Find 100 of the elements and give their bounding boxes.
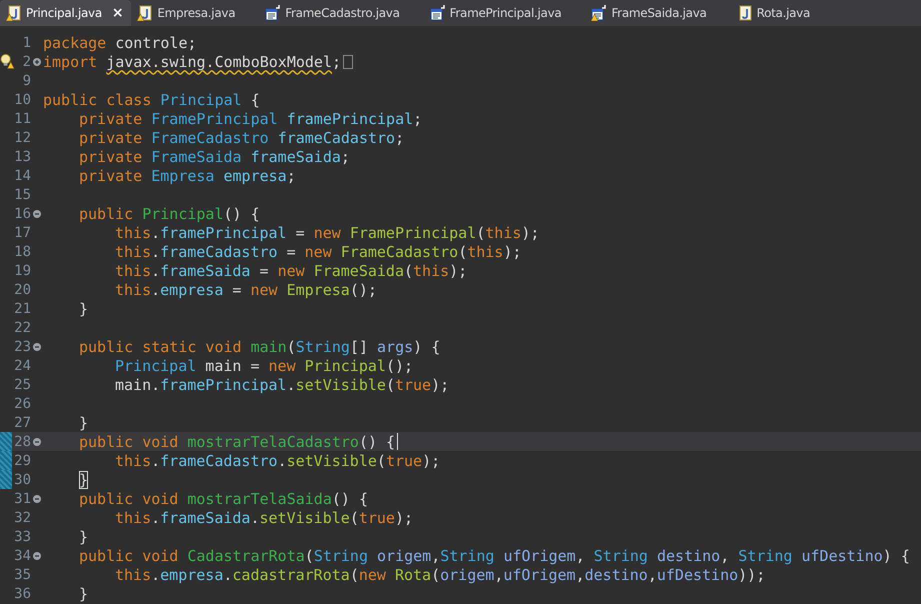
field-name: empresa (160, 566, 224, 584)
field-name: framePrincipal (160, 376, 287, 394)
keyword: true (358, 508, 395, 526)
line-number: 17 (13, 224, 31, 240)
code-text: . (151, 224, 160, 242)
type-name: String (296, 338, 350, 356)
type-name: Empresa (151, 166, 216, 184)
line-number: 18 (13, 244, 31, 260)
code-text: { (250, 90, 260, 108)
keyword: public static void (79, 338, 243, 356)
field-name: frameSaida (160, 508, 250, 526)
line-number: 15 (13, 186, 31, 202)
keyword: package (43, 34, 106, 52)
code-text: () { (358, 432, 396, 450)
collapse-icon[interactable] (33, 342, 41, 350)
code-text: ( (476, 224, 486, 242)
keyword: new (250, 280, 279, 298)
keyword: import (43, 52, 98, 70)
code-text: ) { (413, 338, 440, 356)
parameter-name: ufDestino (656, 566, 738, 584)
code-text: ; (340, 148, 350, 166)
line-number: 19 (13, 262, 31, 278)
method-call: Empresa (286, 280, 350, 298)
file-tab[interactable]: FrameSaida.java (585, 0, 731, 26)
line-number: 10 (13, 92, 31, 108)
line-number: 23 (13, 338, 31, 354)
close-tab-button[interactable]: × (112, 5, 124, 21)
code-text: = (286, 242, 297, 260)
code-text: )); (738, 566, 766, 584)
window-file-icon (591, 5, 608, 21)
type-name: Principal (160, 90, 242, 108)
matched-bracket: } (79, 470, 88, 488)
keyword: this (115, 452, 152, 470)
code-text: ( (304, 546, 314, 564)
line-number: 9 (22, 72, 31, 88)
method-name: mostrarTelaCadastro (187, 432, 359, 450)
tab-label: FrameSaida.java (611, 6, 707, 20)
line-number: 29 (13, 452, 31, 468)
parameter-name: origem (440, 566, 494, 584)
file-tab[interactable]: Empresa.java (131, 0, 260, 26)
method-call: Rota (394, 566, 432, 584)
file-tab[interactable]: Principal.java × (0, 0, 132, 26)
file-tab[interactable]: Rota.java (730, 0, 834, 26)
keyword: private (79, 110, 144, 128)
line-number: 31 (13, 490, 31, 506)
collapse-icon[interactable] (33, 210, 41, 218)
collapse-icon[interactable] (33, 494, 41, 502)
code-text: . (151, 280, 160, 298)
warned-code: javax.swing.ComboBoxModel (106, 52, 332, 70)
line-number: 11 (13, 110, 31, 126)
parameter-name: ufDestino (802, 546, 883, 564)
keyword: public class (43, 90, 152, 108)
tab-label: Empresa.java (157, 6, 236, 20)
line-number: 12 (13, 130, 31, 146)
code-text: . (151, 262, 160, 280)
line-number: 14 (13, 168, 31, 184)
type-name: String (440, 546, 496, 564)
java-file-icon (6, 5, 22, 21)
field-name: empresa (224, 166, 287, 184)
code-text: ( (376, 452, 386, 470)
tab-label: FrameCadastro.java (285, 6, 400, 20)
code-text: ); (422, 452, 440, 470)
line-number: 22 (13, 320, 31, 336)
file-tab[interactable]: FramePrincipal.java (424, 0, 586, 26)
keyword: new (268, 356, 297, 374)
code-text: ( (404, 262, 414, 280)
parameter-name: destino (657, 546, 720, 564)
code-text: ; (413, 110, 422, 128)
keyword: this (115, 262, 152, 280)
method-call: Principal (304, 356, 386, 374)
code-text: , (720, 546, 730, 564)
code-text: , (576, 566, 585, 584)
tab-label: Principal.java (26, 6, 102, 20)
code-text: ); (521, 224, 540, 242)
collapse-icon[interactable] (33, 552, 41, 560)
line-number: 16 (13, 206, 31, 222)
line-number: 25 (13, 376, 31, 392)
method-call: FramePrincipal (350, 224, 476, 242)
line-number: 26 (13, 396, 31, 412)
window-file-icon (430, 5, 446, 21)
tab-label: Rota.java (756, 6, 810, 20)
keyword: this (115, 242, 152, 260)
code-text: , (431, 546, 440, 564)
code-text: . (286, 376, 296, 394)
file-tab[interactable]: FrameCadastro.java (259, 0, 424, 26)
line-number: 21 (13, 300, 31, 316)
keyword: this (115, 280, 152, 298)
method-name: main (250, 338, 287, 356)
field-name: frameSaida (160, 262, 250, 280)
folded-code-icon[interactable] (343, 54, 354, 68)
code-text: main = (204, 356, 260, 374)
code-text: . (250, 508, 260, 526)
code-text: } (79, 528, 88, 546)
expand-icon[interactable] (33, 58, 41, 66)
type-name: FramePrincipal (151, 110, 279, 128)
type-name: String (738, 546, 794, 564)
keyword: new (304, 242, 333, 260)
keyword: public void (79, 490, 180, 508)
collapse-icon[interactable] (33, 438, 41, 446)
code-text: = (231, 280, 242, 298)
